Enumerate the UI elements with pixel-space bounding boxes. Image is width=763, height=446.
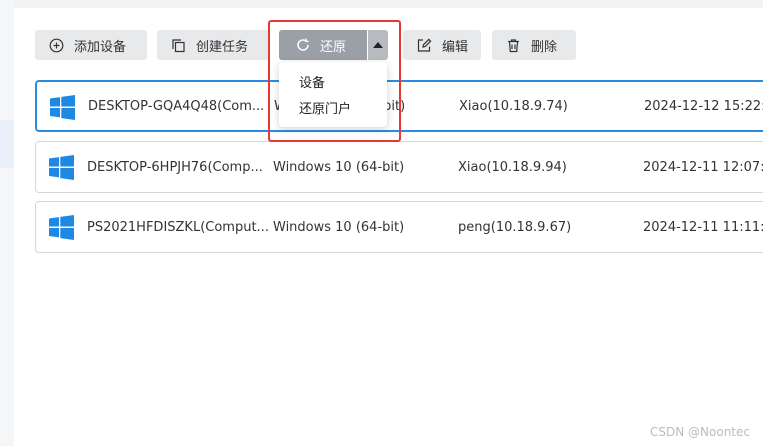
restore-button[interactable]: 还原 [279, 30, 367, 60]
device-name: DESKTOP-6HPJH76(Comp... [87, 159, 263, 175]
device-time: 2024-12-11 11:11:2 [643, 219, 763, 235]
menu-item-restore-portal[interactable]: 还原门户 [279, 97, 387, 123]
add-device-label: 添加设备 [74, 39, 127, 55]
restore-label: 还原 [320, 39, 347, 55]
windows-logo-icon [49, 215, 74, 240]
create-task-button[interactable]: 创建任务 [157, 30, 269, 60]
device-row[interactable]: DESKTOP-GQA4Q48(Com... Windows 10 (64-bi… [35, 80, 763, 132]
windows-logo-icon [49, 155, 74, 180]
restore-dropdown-toggle[interactable] [368, 30, 388, 60]
device-row[interactable]: PS2021HFDISZKL(Comput... Windows 10 (64-… [35, 201, 763, 253]
add-device-button[interactable]: 添加设备 [35, 30, 147, 60]
device-user: Xiao(10.18.9.94) [458, 159, 567, 175]
device-time: 2024-12-11 12:07:0 [643, 159, 763, 175]
plus-circle-icon [49, 38, 64, 53]
device-user: Xiao(10.18.9.74) [459, 98, 568, 114]
caret-up-icon [373, 42, 383, 48]
device-name: PS2021HFDISZKL(Comput... [87, 219, 269, 235]
trash-icon [506, 38, 521, 53]
sidebar-active-item[interactable] [0, 120, 14, 168]
left-sidebar [0, 0, 14, 446]
menu-item-device[interactable]: 设备 [279, 71, 387, 97]
windows-logo-icon [50, 95, 75, 120]
device-name: DESKTOP-GQA4Q48(Com... [88, 98, 265, 114]
restore-menu: 设备 还原门户 [279, 62, 387, 127]
device-time: 2024-12-12 15:22:5 [644, 98, 763, 114]
edit-button[interactable]: 编辑 [403, 30, 481, 60]
edit-icon [417, 38, 432, 53]
delete-label: 删除 [531, 39, 558, 55]
create-task-label: 创建任务 [196, 39, 249, 55]
edit-label: 编辑 [442, 39, 469, 55]
copy-icon [171, 38, 186, 53]
device-os: Windows 10 (64-bit) [273, 159, 405, 175]
watermark: CSDN @Noontec [650, 425, 750, 439]
device-os: Windows 10 (64-bit) [273, 219, 405, 235]
delete-button[interactable]: 删除 [492, 30, 576, 60]
device-row[interactable]: DESKTOP-6HPJH76(Comp... Windows 10 (64-b… [35, 141, 763, 193]
refresh-icon [295, 37, 311, 53]
device-user: peng(10.18.9.67) [458, 219, 572, 235]
